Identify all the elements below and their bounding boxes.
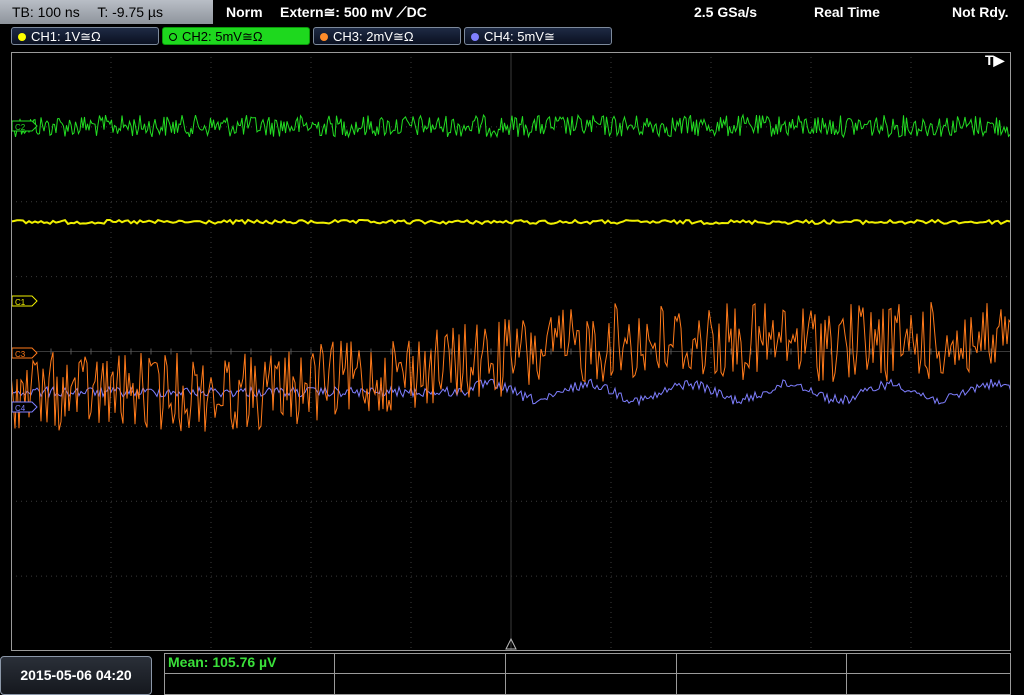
measurement-row-divider [164,673,1011,674]
channel-2-label: CH2: 5mV≅Ω [182,29,263,44]
channel-2-tab[interactable]: CH2: 5mV≅Ω [162,27,310,45]
status-bar: TB: 100 ns T: -9.75 µs Norm Extern≅: 500… [0,0,1024,24]
channel-2-dot-icon [169,33,177,41]
timebase-value: TB: 100 ns [12,4,80,20]
channel-3-tab[interactable]: CH3: 2mV≅Ω [313,27,461,45]
timebase-box[interactable]: TB: 100 ns T: -9.75 µs [0,0,213,24]
channel-4-dot-icon [471,33,479,41]
measurement-cell-divider [505,653,506,695]
trigger-time-value: T: -9.75 µs [97,4,163,20]
measurement-cell-divider [334,653,335,695]
channel-1-label: CH1: 1V≅Ω [31,29,101,44]
datetime-display: 2015-05-06 04:20 [0,656,152,695]
trigger-mode[interactable]: Norm [226,0,263,24]
channel-3-label: CH3: 2mV≅Ω [333,29,414,44]
acquisition-mode[interactable]: Real Time [814,0,880,24]
trigger-source[interactable]: Extern≅: 500 mV ⟋DC [280,0,427,24]
measurement-panel [164,653,1011,695]
mean-measurement[interactable]: Mean: 105.76 µV [168,654,276,670]
display-frame [11,52,1011,651]
channel-bar: CH1: 1V≅Ω CH2: 5mV≅Ω CH3: 2mV≅Ω CH4: 5mV… [0,26,1024,48]
measurement-cell-divider [676,653,677,695]
channel-4-label: CH4: 5mV≅ [484,29,555,44]
trigger-offset-marker-icon[interactable]: T▶ [985,52,1004,69]
channel-1-dot-icon [18,33,26,41]
channel-4-tab[interactable]: CH4: 5mV≅ [464,27,612,45]
measurement-cell-divider [846,653,847,695]
channel-1-tab[interactable]: CH1: 1V≅Ω [11,27,159,45]
channel-3-dot-icon [320,33,328,41]
run-state: Not Rdy. [952,4,1009,20]
sample-rate[interactable]: 2.5 GSa/s [694,0,757,24]
